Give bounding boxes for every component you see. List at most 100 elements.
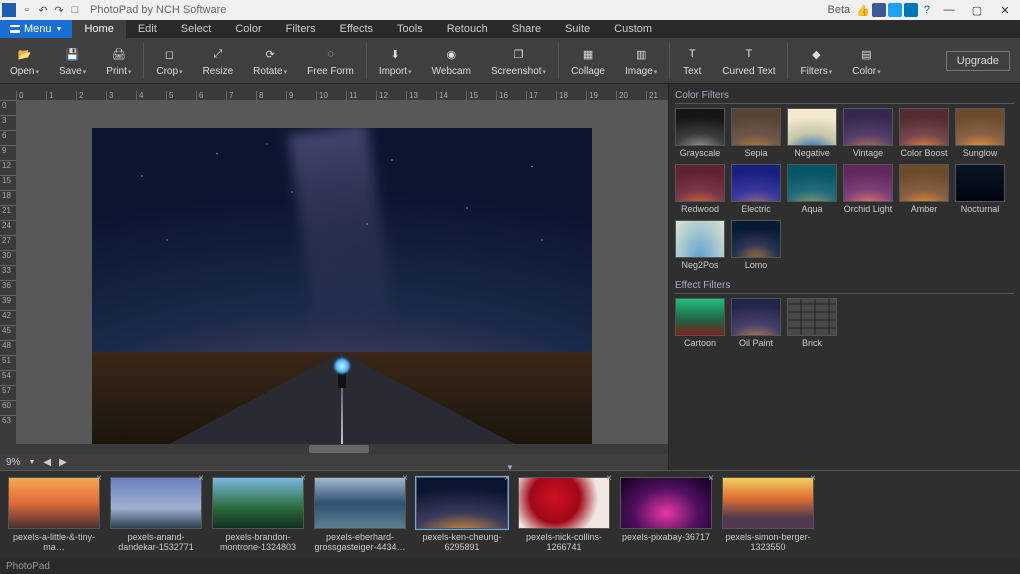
filter-oil-paint[interactable]: Oil Paint <box>731 298 781 348</box>
thumbnail-item[interactable]: ×pexels-simon-berger-1323550 <box>722 477 814 553</box>
rotate-button[interactable]: ⟳Rotate▾ <box>243 38 297 83</box>
chevron-down-icon: ▾ <box>408 68 412 76</box>
linkedin-icon[interactable] <box>904 3 918 17</box>
collage-icon: ▦ <box>578 44 598 64</box>
filter-sepia[interactable]: Sepia <box>731 108 781 158</box>
curvedtext-button[interactable]: TCurved Text <box>712 38 785 83</box>
thumbnail-item[interactable]: ×pexels-pixabay-36717 <box>620 477 712 542</box>
freeform-button[interactable]: ◌Free Form <box>297 38 364 83</box>
zoom-bar: 9% ▼ ◀ ▶ <box>0 454 668 470</box>
menu-tab-share[interactable]: Share <box>500 20 553 38</box>
filter-thumb <box>675 298 725 336</box>
menu-bar: Menu ▼ HomeEditSelectColorFiltersEffects… <box>0 20 1020 38</box>
thumbnail-item[interactable]: ×pexels-nick-collins-1266741 <box>518 477 610 553</box>
thumbnail-item[interactable]: ×pexels-ken-cheung-6295891 <box>416 477 508 553</box>
webcam-button[interactable]: ◉Webcam <box>422 38 481 83</box>
maximize-button[interactable]: ▢ <box>964 1 990 19</box>
filter-label: Grayscale <box>680 148 721 158</box>
filter-neg2pos[interactable]: Neg2Pos <box>675 220 725 270</box>
filter-label: Lomo <box>745 260 768 270</box>
filter-vintage[interactable]: Vintage <box>843 108 893 158</box>
horizontal-scrollbar[interactable] <box>16 444 668 454</box>
color-button[interactable]: ▤Color▾ <box>842 38 890 83</box>
filter-nocturnal[interactable]: Nocturnal <box>955 164 1005 214</box>
menu-tab-retouch[interactable]: Retouch <box>435 20 500 38</box>
menu-tab-color[interactable]: Color <box>223 20 273 38</box>
filter-label: Color Boost <box>900 148 947 158</box>
import-label: Import <box>379 66 407 77</box>
filter-thumb <box>731 220 781 258</box>
crop-icon: ◻ <box>159 44 179 64</box>
qat-save-icon[interactable]: ▫ <box>20 3 34 17</box>
filter-cartoon[interactable]: Cartoon <box>675 298 725 348</box>
filter-negative[interactable]: Negative <box>787 108 837 158</box>
filter-lomo[interactable]: Lomo <box>731 220 781 270</box>
filter-redwood[interactable]: Redwood <box>675 164 725 214</box>
close-icon[interactable]: × <box>402 473 408 484</box>
close-icon[interactable]: × <box>504 473 510 484</box>
menu-tab-tools[interactable]: Tools <box>385 20 435 38</box>
filter-amber[interactable]: Amber <box>899 164 949 214</box>
upgrade-button[interactable]: Upgrade <box>946 51 1010 71</box>
menu-tab-effects[interactable]: Effects <box>328 20 385 38</box>
filter-grayscale[interactable]: Grayscale <box>675 108 725 158</box>
chevron-down-icon: ▾ <box>179 68 183 76</box>
filter-label: Sunglow <box>963 148 998 158</box>
zoom-in-button[interactable]: ▶ <box>59 457 67 468</box>
menu-tab-select[interactable]: Select <box>169 20 224 38</box>
filters-button[interactable]: ◆Filters▾ <box>790 38 842 83</box>
import-button[interactable]: ⬇Import▾ <box>369 38 422 83</box>
thumbnail-item[interactable]: ×pexels-eberhard-grossgasteiger-4434… <box>314 477 406 553</box>
save-button[interactable]: 💾Save▾ <box>49 38 96 83</box>
filter-aqua[interactable]: Aqua <box>787 164 837 214</box>
filter-thumb <box>787 164 837 202</box>
filter-color-boost[interactable]: Color Boost <box>899 108 949 158</box>
crop-button[interactable]: ◻Crop▾ <box>146 38 192 83</box>
qat-redo-icon[interactable]: ↷ <box>52 3 66 17</box>
qat-new-icon[interactable]: □ <box>68 3 82 17</box>
menu-tab-filters[interactable]: Filters <box>274 20 328 38</box>
close-button[interactable]: ✕ <box>992 1 1018 19</box>
zoom-out-button[interactable]: ◀ <box>43 457 51 468</box>
close-icon[interactable]: × <box>708 473 714 484</box>
print-button[interactable]: 🖨Print▾ <box>96 38 141 83</box>
twitter-icon[interactable] <box>888 3 902 17</box>
close-icon[interactable]: × <box>606 473 612 484</box>
facebook-icon[interactable] <box>872 3 886 17</box>
filter-label: Orchid Light <box>844 204 893 214</box>
filter-brick[interactable]: Brick <box>787 298 837 348</box>
menu-button[interactable]: Menu ▼ <box>0 20 72 38</box>
effect-filters-title: Effect Filters <box>675 278 1014 294</box>
close-icon[interactable]: × <box>300 473 306 484</box>
resize-icon: ⤢ <box>208 44 228 64</box>
menu-tab-suite[interactable]: Suite <box>553 20 602 38</box>
image-button[interactable]: ▥Image▾ <box>615 38 667 83</box>
menu-tab-edit[interactable]: Edit <box>126 20 169 38</box>
canvas-viewport[interactable] <box>16 100 668 454</box>
menu-tab-home[interactable]: Home <box>72 20 125 38</box>
close-icon[interactable]: × <box>96 473 102 484</box>
text-button[interactable]: TText <box>672 38 712 83</box>
close-icon[interactable]: × <box>810 473 816 484</box>
chevron-down-icon: ▾ <box>83 68 87 76</box>
thumbnail-item[interactable]: ×pexels-a-little-&-tiny-ma… <box>8 477 100 553</box>
close-icon[interactable]: × <box>198 473 204 484</box>
resize-button[interactable]: ⤢Resize <box>193 38 244 83</box>
screenshot-button[interactable]: ❐Screenshot▾ <box>481 38 556 83</box>
filter-sunglow[interactable]: Sunglow <box>955 108 1005 158</box>
thumbnail-image <box>722 477 814 529</box>
filter-orchid-light[interactable]: Orchid Light <box>843 164 893 214</box>
like-icon[interactable]: 👍 <box>856 4 870 17</box>
filter-electric[interactable]: Electric <box>731 164 781 214</box>
thumbnail-item[interactable]: ×pexels-anand-dandekar-1532771 <box>110 477 202 553</box>
open-button[interactable]: 📂Open▾ <box>0 38 49 83</box>
menu-tab-custom[interactable]: Custom <box>602 20 664 38</box>
help-icon[interactable]: ? <box>924 4 930 16</box>
minimize-button[interactable]: — <box>936 1 962 19</box>
thumbnail-item[interactable]: ×pexels-brandon-montrone-1324803 <box>212 477 304 553</box>
zoom-dropdown-icon[interactable]: ▼ <box>28 459 35 466</box>
canvas-image[interactable] <box>92 128 592 448</box>
qat-undo-icon[interactable]: ↶ <box>36 3 50 17</box>
collage-button[interactable]: ▦Collage <box>561 38 615 83</box>
thumbnail-image <box>110 477 202 529</box>
